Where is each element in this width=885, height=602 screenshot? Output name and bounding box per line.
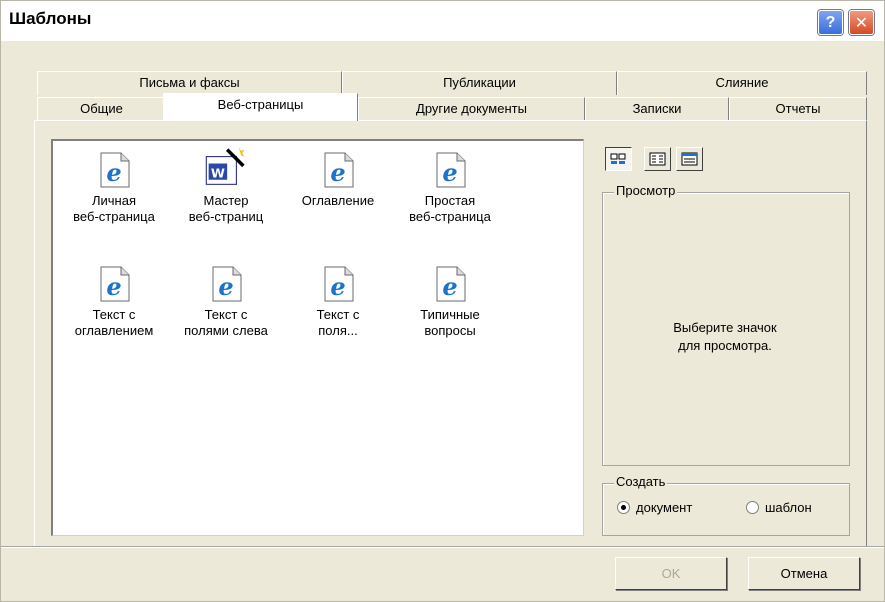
ie-document-icon: e [324, 266, 354, 302]
details-view-button[interactable] [676, 147, 703, 171]
tab-label: Записки [632, 101, 682, 116]
item-label-line1: Текст с [92, 307, 136, 322]
svg-text:e: e [330, 272, 345, 301]
preview-message-line1: Выберите значок [673, 320, 777, 335]
item-label-line1: Простая [424, 193, 476, 208]
close-icon: ✕ [854, 14, 869, 32]
ie-document-icon: e [100, 152, 130, 188]
tab-web-pages[interactable]: Веб-страницы [163, 93, 358, 121]
large-icons-view-button[interactable] [605, 147, 632, 171]
item-label-line2: поля... [318, 323, 358, 338]
radio-template-indicator[interactable] [746, 501, 759, 514]
tab-mail-merge[interactable]: Слияние [617, 71, 867, 95]
tab-label: Другие документы [416, 101, 527, 116]
tab-letters-faxes[interactable]: Письма и факсы [37, 71, 342, 95]
item-label-line1: Мастер [203, 193, 249, 208]
svg-text:e: e [442, 272, 457, 301]
template-item-faq[interactable]: e Типичные вопросы [395, 265, 505, 339]
tab-general[interactable]: Общие [37, 97, 166, 121]
ie-document-icon: e [324, 152, 354, 188]
cancel-button-label: Отмена [780, 566, 828, 581]
tab-label: Общие [80, 101, 123, 116]
template-item-text-margins[interactable]: e Текст с поля... [283, 265, 393, 339]
item-label-line1: Оглавление [301, 193, 375, 208]
tab-label: Веб-страницы [217, 97, 304, 112]
word-wizard-icon: W [205, 147, 245, 185]
svg-text:e: e [442, 158, 457, 187]
ie-document-icon: e [436, 152, 466, 188]
item-label-line1: Личная [91, 193, 136, 208]
radio-document-indicator[interactable] [617, 501, 630, 514]
template-item-text-left-margins[interactable]: e Текст с полями слева [171, 265, 281, 339]
help-button[interactable]: ? [818, 10, 843, 35]
tab-publications[interactable]: Публикации [342, 71, 617, 95]
ie-document-icon: e [100, 266, 130, 302]
item-label-line2: вопросы [424, 323, 476, 338]
button-separator [1, 546, 884, 548]
radio-template-label: шаблон [765, 500, 812, 515]
templates-dialog: Шаблоны ? ✕ Письма и факсы Публикации Сл… [0, 0, 885, 602]
create-group-label: Создать [614, 474, 668, 489]
details-view-icon [681, 152, 698, 166]
svg-text:e: e [106, 158, 121, 187]
help-icon: ? [825, 13, 836, 31]
template-item-table-of-contents[interactable]: e Оглавление [283, 151, 393, 209]
svg-text:W: W [211, 166, 225, 181]
list-view-button[interactable] [644, 147, 671, 171]
preview-message: Выберите значок для просмотра. [601, 319, 849, 355]
item-label-line1: Текст с [204, 307, 248, 322]
item-label-line1: Типичные [420, 307, 480, 322]
item-label-line2: веб-страниц [188, 209, 264, 224]
title-bar[interactable]: Шаблоны ? ✕ [1, 1, 884, 41]
window-title: Шаблоны [9, 9, 92, 28]
tab-label: Слияние [715, 75, 769, 90]
tab-label: Письма и факсы [139, 75, 240, 90]
ok-button[interactable]: OK [615, 557, 727, 590]
ie-document-icon: e [212, 266, 242, 302]
svg-text:e: e [330, 158, 345, 187]
tab-label: Публикации [443, 75, 516, 90]
item-label-line2: веб-страница [409, 209, 491, 224]
template-item-web-page-wizard[interactable]: W Мастер веб-страниц [171, 145, 281, 225]
tab-reports[interactable]: Отчеты [729, 97, 867, 121]
radio-document[interactable]: документ [617, 500, 692, 515]
tab-other-documents[interactable]: Другие документы [358, 97, 585, 121]
tab-memos[interactable]: Записки [585, 97, 729, 121]
ok-button-label: OK [661, 566, 681, 581]
item-label-line1: Текст с [316, 307, 360, 322]
svg-text:e: e [106, 272, 121, 301]
cancel-button[interactable]: Отмена [748, 557, 860, 590]
template-list[interactable]: e Личная веб-страница W Мастер веб-стран… [51, 139, 584, 536]
radio-document-label: документ [636, 500, 693, 515]
tab-label: Отчеты [775, 101, 821, 116]
item-label-line2: оглавлением [74, 323, 154, 338]
item-label-line2: полями слева [184, 323, 268, 338]
preview-group-label: Просмотр [614, 183, 678, 198]
close-button[interactable]: ✕ [849, 10, 874, 35]
radio-template[interactable]: шаблон [746, 500, 812, 515]
large-icons-view-icon [610, 153, 626, 164]
ie-document-icon: e [436, 266, 466, 302]
list-view-icon [649, 152, 666, 166]
preview-message-line2: для просмотра. [678, 338, 772, 353]
template-item-simple-web-page[interactable]: e Простая веб-страница [395, 151, 505, 225]
item-label-line2: веб-страница [73, 209, 155, 224]
svg-text:e: e [218, 272, 233, 301]
template-item-text-with-toc[interactable]: e Текст с оглавлением [59, 265, 169, 339]
template-item-personal-web-page[interactable]: e Личная веб-страница [59, 151, 169, 225]
